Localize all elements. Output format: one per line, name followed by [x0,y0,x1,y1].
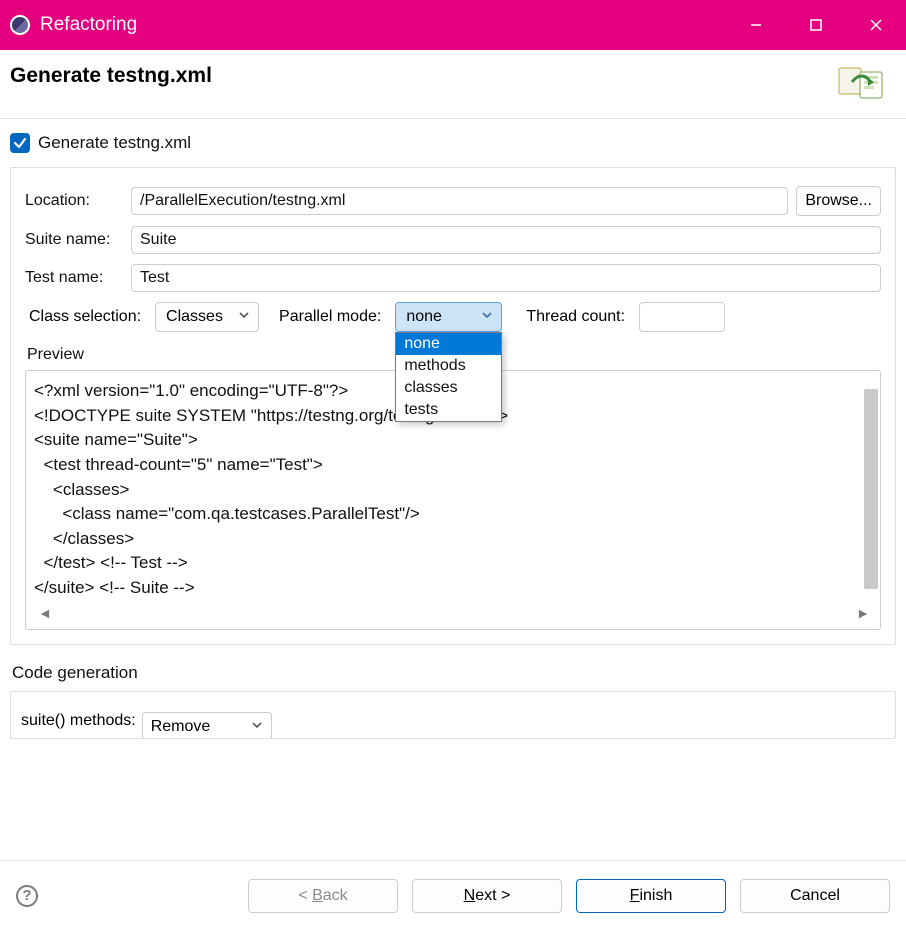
scroll-left-icon[interactable]: ◄ [38,605,52,621]
class-selection-select[interactable]: Classes [155,302,259,332]
generate-checkbox-row: Generate testng.xml [10,133,896,153]
suite-methods-value: Remove [151,718,211,736]
generate-fieldset: Location: Browse... Suite name: Test nam… [10,167,896,645]
help-button[interactable]: ? [16,885,38,907]
vertical-scrollbar[interactable] [864,389,878,589]
code-generation-box: suite() methods: Remove [10,691,896,739]
chevron-down-icon [481,308,493,326]
generate-checkbox-label: Generate testng.xml [38,133,191,153]
suite-name-label: Suite name: [25,231,123,249]
parallel-mode-option-classes[interactable]: classes [396,377,501,399]
test-name-label: Test name: [25,269,123,287]
parallel-mode-select[interactable]: none [395,302,502,332]
location-label: Location: [25,192,123,210]
suite-name-input[interactable] [131,226,881,254]
finish-button[interactable]: Finish [576,879,726,913]
test-name-row: Test name: [25,264,881,292]
page-title: Generate testng.xml [10,64,212,88]
browse-button[interactable]: Browse... [796,186,881,216]
chevron-down-icon [238,308,250,326]
test-name-input[interactable] [131,264,881,292]
location-row: Location: Browse... [25,186,881,216]
dialog-footer: ? < Back Next > Finish Cancel [0,860,906,930]
suite-methods-select[interactable]: Remove [142,712,272,739]
scroll-right-icon[interactable]: ► [856,605,870,621]
parallel-mode-dropdown: none methods classes tests [395,332,502,422]
code-generation-title: Code generation [12,663,896,683]
window-title: Refactoring [40,14,137,36]
class-selection-label: Class selection: [29,308,141,326]
location-input[interactable] [131,187,788,215]
horizontal-scrollbar[interactable]: ◄ ► [34,601,874,621]
chevron-down-icon [251,718,263,736]
close-button[interactable] [846,0,906,50]
parallel-mode-value: none [406,308,442,326]
dialog-content: Generate testng.xml Location: Browse... … [0,119,906,739]
parallel-mode-label: Parallel mode: [279,308,381,326]
parallel-mode-option-none[interactable]: none [396,333,501,355]
minimize-button[interactable] [726,0,786,50]
maximize-button[interactable] [786,0,846,50]
back-button[interactable]: < Back [248,879,398,913]
generate-checkbox[interactable] [10,133,30,153]
titlebar: Refactoring [0,0,906,50]
cancel-button[interactable]: Cancel [740,879,890,913]
thread-count-label: Thread count: [526,308,625,326]
wizard-icon [838,64,890,100]
class-selection-value: Classes [166,308,223,326]
thread-count-input[interactable] [639,302,725,332]
suite-methods-label: suite() methods: [21,712,136,730]
eclipse-icon [10,15,30,35]
parallel-mode-option-tests[interactable]: tests [396,399,501,421]
window-controls [726,0,906,50]
suite-name-row: Suite name: [25,226,881,254]
dialog-header: Generate testng.xml [0,50,906,119]
next-button[interactable]: Next > [412,879,562,913]
parallel-mode-option-methods[interactable]: methods [396,355,501,377]
inline-controls-row: Class selection: Classes Parallel mode: … [29,302,881,332]
